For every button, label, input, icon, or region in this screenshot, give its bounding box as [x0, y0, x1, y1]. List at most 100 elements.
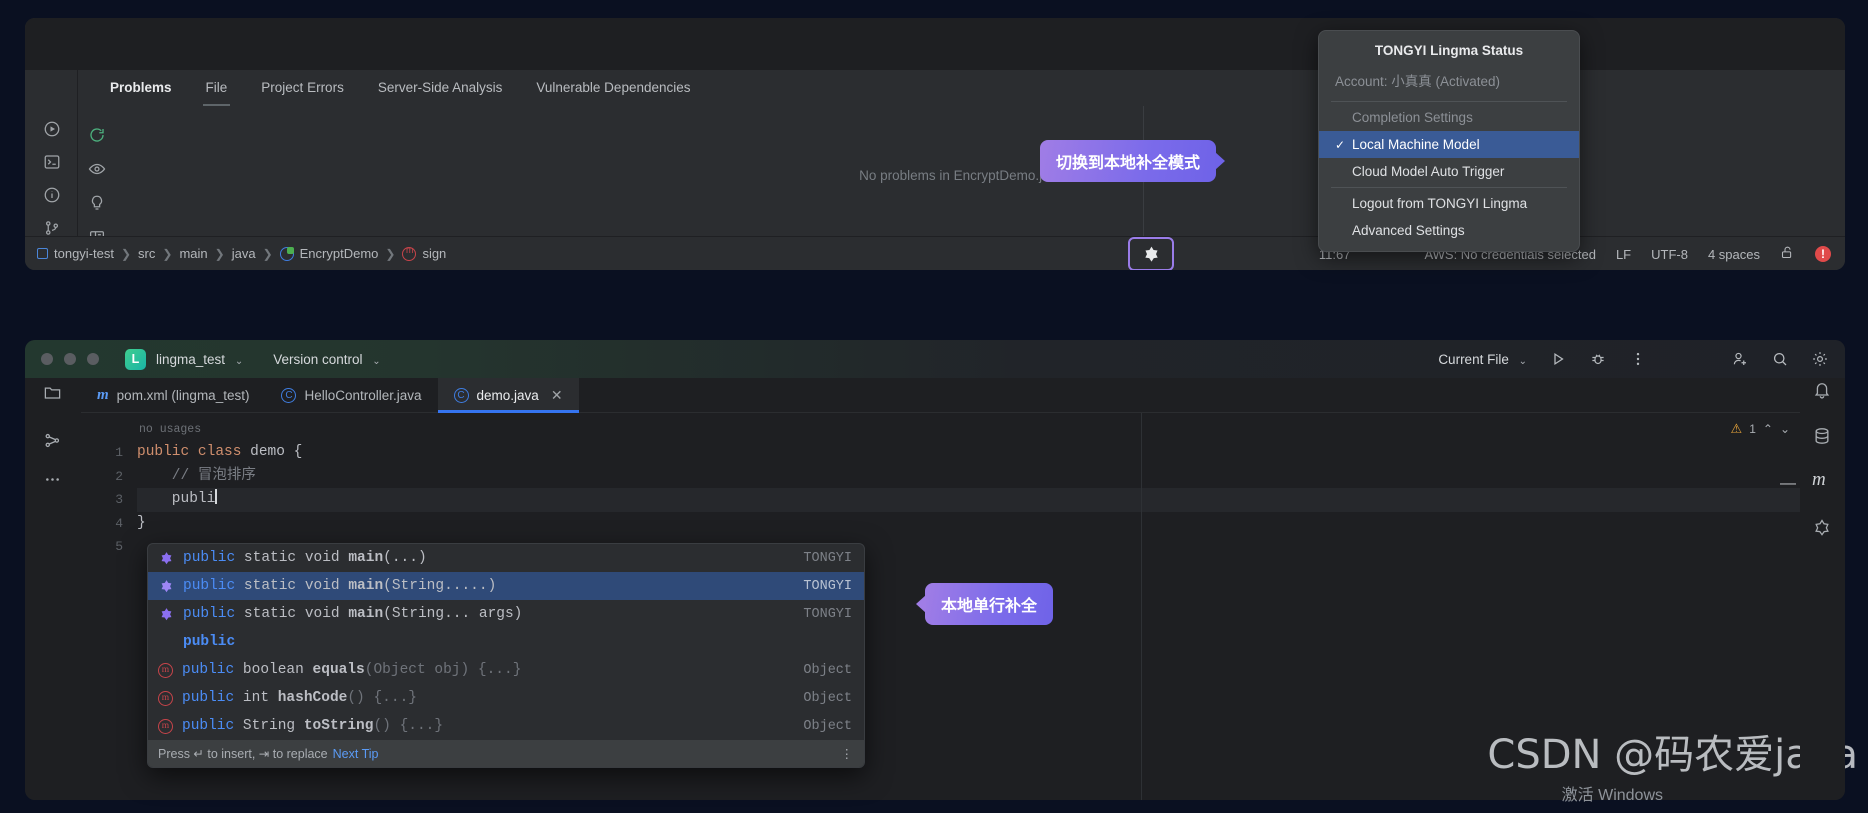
- lightbulb-icon[interactable]: [86, 192, 108, 214]
- lingma-icon[interactable]: [1812, 518, 1834, 540]
- fold-marker-icon: —: [1780, 475, 1796, 492]
- close-window-button[interactable]: [41, 353, 53, 365]
- menu-section-completion-settings: Completion Settings: [1319, 104, 1579, 131]
- breadcrumb-item-module[interactable]: tongyi-test: [37, 246, 114, 261]
- completion-source: TONGYI: [803, 606, 852, 622]
- tab-file[interactable]: File: [189, 70, 245, 106]
- more-dots-icon[interactable]: [43, 470, 64, 491]
- run-config-label: Current File: [1438, 351, 1509, 367]
- project-folder-icon[interactable]: [43, 383, 64, 404]
- breadcrumb-item-src[interactable]: src: [138, 246, 155, 261]
- terminal-icon[interactable]: [41, 151, 63, 173]
- unlocked-icon[interactable]: [1780, 245, 1795, 263]
- nav-prev-problem-icon[interactable]: ⌃: [1763, 422, 1773, 436]
- completion-row[interactable]: public static void main(String... args) …: [148, 600, 864, 628]
- more-vertical-icon[interactable]: [1629, 350, 1647, 368]
- completion-source: TONGYI: [803, 550, 852, 566]
- chevron-right-icon: ❯: [120, 246, 132, 261]
- editor-tab-demo-java[interactable]: C demo.java ✕: [437, 377, 579, 413]
- module-icon: [37, 248, 48, 259]
- database-icon[interactable]: [1812, 426, 1834, 448]
- breadcrumb-label: sign: [422, 246, 447, 261]
- refresh-icon[interactable]: [86, 124, 108, 146]
- run-icon[interactable]: [41, 118, 63, 140]
- menu-divider: [1331, 101, 1567, 102]
- completion-modifier: public: [183, 578, 244, 594]
- completion-source: Object: [803, 690, 852, 706]
- completion-name: equals: [312, 662, 365, 678]
- nav-next-problem-icon[interactable]: ⌄: [1780, 422, 1790, 436]
- tab-project-errors[interactable]: Project Errors: [244, 70, 361, 106]
- menu-title: TONGYI Lingma Status: [1374, 43, 1524, 58]
- editor-tab-label: HelloController.java: [304, 387, 422, 403]
- project-name-selector[interactable]: lingma_test ⌄: [156, 352, 243, 367]
- structure-icon[interactable]: [43, 431, 64, 452]
- lingma-status-menu[interactable]: TONGYI Lingma Status Account: 小真真 (Activ…: [1318, 30, 1580, 252]
- breadcrumb-item-main[interactable]: main: [179, 246, 207, 261]
- java-class-icon: C: [453, 387, 469, 403]
- java-class-icon: C: [281, 387, 297, 403]
- run-configuration-selector[interactable]: Current File ⌄: [1438, 352, 1527, 367]
- text-caret: [215, 489, 217, 504]
- completion-row[interactable]: m public boolean equals(Object obj) {...…: [148, 656, 864, 684]
- error-badge[interactable]: !: [1815, 246, 1831, 262]
- editor-tab-bar[interactable]: m pom.xml (lingma_test) C HelloControlle…: [25, 377, 1845, 413]
- completion-return: boolean: [242, 662, 313, 678]
- indent-setting[interactable]: 4 spaces: [1708, 247, 1760, 262]
- menu-item-local-machine-model[interactable]: ✓ Local Machine Model: [1319, 131, 1579, 158]
- info-circle-icon[interactable]: [41, 184, 63, 206]
- breadcrumb-item-method[interactable]: sign: [402, 245, 447, 261]
- completion-return: static void: [243, 550, 349, 566]
- minimize-window-button[interactable]: [64, 353, 76, 365]
- completion-hint-text: Press ↵ to insert, ⇥ to replace: [158, 747, 328, 761]
- completion-row[interactable]: public static void main(...) TONGYI: [148, 544, 864, 572]
- breadcrumb[interactable]: tongyi-test ❯ src ❯ main ❯ java ❯ Encryp…: [25, 245, 447, 261]
- notifications-bell-icon[interactable]: [1812, 380, 1834, 402]
- debug-icon[interactable]: [1589, 350, 1607, 368]
- more-vertical-icon[interactable]: ⋮: [841, 746, 855, 761]
- completion-name: main: [348, 578, 384, 594]
- line-separator[interactable]: LF: [1616, 247, 1631, 262]
- maven-m-icon[interactable]: m: [1812, 470, 1834, 492]
- menu-item-logout[interactable]: Logout from TONGYI Lingma: [1319, 190, 1579, 217]
- completion-row-keyword[interactable]: public: [148, 628, 864, 656]
- completion-modifier: public: [183, 550, 244, 566]
- settings-gear-icon[interactable]: [1811, 350, 1829, 368]
- line-number: 3: [115, 492, 123, 507]
- completion-name: hashCode: [277, 690, 348, 706]
- completion-modifier: public: [182, 718, 243, 734]
- editor-tab-pom-xml[interactable]: m pom.xml (lingma_test): [81, 378, 265, 413]
- tongyi-lingma-status-button[interactable]: [1128, 237, 1174, 270]
- file-encoding[interactable]: UTF-8: [1651, 247, 1688, 262]
- run-icon[interactable]: [1549, 350, 1567, 368]
- completion-row-selected[interactable]: public static void main(String.....) TON…: [148, 572, 864, 600]
- editor-tab-hellocontroller[interactable]: C HelloController.java: [265, 378, 437, 413]
- chevron-right-icon: ❯: [214, 246, 225, 261]
- version-control-selector[interactable]: Version control ⌄: [273, 352, 380, 367]
- code-completion-popup[interactable]: public static void main(...) TONGYI publ…: [147, 543, 865, 768]
- class-icon: [279, 246, 294, 261]
- window-traffic-lights[interactable]: [25, 353, 99, 365]
- breadcrumb-item-class[interactable]: EncryptDemo: [279, 246, 378, 261]
- maximize-window-button[interactable]: [87, 353, 99, 365]
- callout-switch-to-local-mode: 切换到本地补全模式: [1040, 140, 1217, 182]
- close-icon[interactable]: ✕: [551, 387, 563, 404]
- version-control-label: Version control: [273, 351, 363, 367]
- next-tip-link[interactable]: Next Tip: [333, 747, 379, 761]
- search-icon[interactable]: [1771, 350, 1789, 368]
- completion-return: static void: [243, 578, 349, 594]
- breadcrumb-item-java[interactable]: java: [232, 246, 256, 261]
- completion-args: (...): [383, 550, 427, 566]
- menu-divider: [1331, 187, 1567, 188]
- menu-item-cloud-model-auto-trigger[interactable]: Cloud Model Auto Trigger: [1319, 158, 1579, 185]
- completion-row[interactable]: m public int hashCode() {...} Object: [148, 684, 864, 712]
- completion-row[interactable]: m public String toString() {...} Object: [148, 712, 864, 740]
- tab-server-side-analysis[interactable]: Server-Side Analysis: [361, 70, 520, 106]
- add-user-icon[interactable]: [1731, 350, 1749, 368]
- inspection-widget[interactable]: ⚠ 1 ⌃ ⌄: [1731, 421, 1790, 437]
- tab-problems[interactable]: Problems: [93, 70, 189, 106]
- windows-activation-watermark: 激活 Windows: [1561, 787, 1663, 804]
- tab-vulnerable-dependencies[interactable]: Vulnerable Dependencies: [519, 70, 707, 106]
- menu-item-advanced-settings[interactable]: Advanced Settings: [1319, 217, 1579, 244]
- completion-args: (String... args): [383, 606, 523, 622]
